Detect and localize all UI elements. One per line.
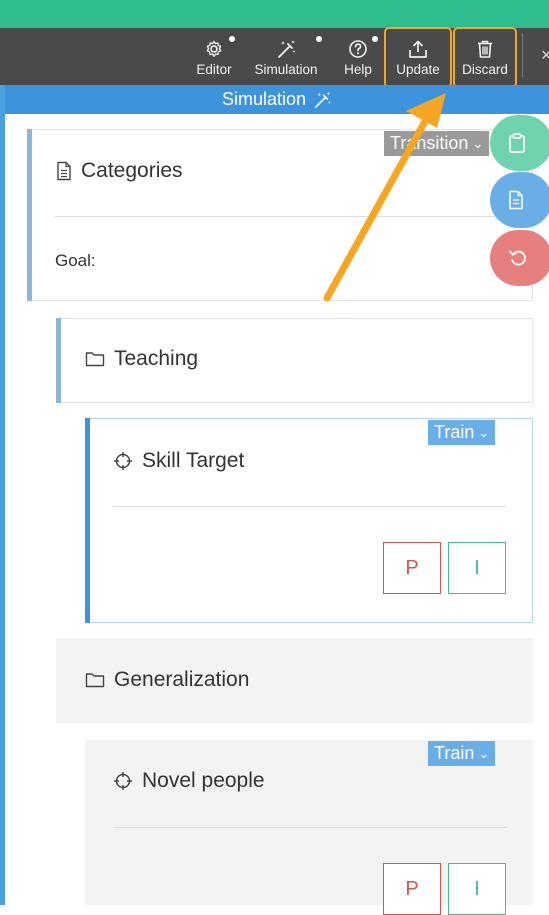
document-icon xyxy=(509,190,523,210)
goal-label: Goal: xyxy=(55,251,96,270)
document-icon xyxy=(57,161,71,181)
simulation-label: Simulation xyxy=(254,62,318,77)
categories-heading: Categories xyxy=(56,159,183,183)
magic-wand-icon xyxy=(278,40,296,58)
skill-target-heading: Skill Target xyxy=(113,449,244,473)
transition-label: Transition xyxy=(390,133,469,153)
update-highlight xyxy=(384,27,452,88)
train-label: Train xyxy=(434,422,475,442)
editor-indicator-dot xyxy=(229,36,235,42)
folder-icon xyxy=(85,352,105,367)
help-label: Help xyxy=(344,62,372,77)
chevron-down-icon: ⌄ xyxy=(478,424,490,440)
novel-people-title: Novel people xyxy=(142,769,265,792)
categories-title: Categories xyxy=(81,159,183,182)
prompt-button[interactable]: P xyxy=(383,542,441,594)
prompt-button[interactable]: P xyxy=(383,863,441,915)
folder-icon xyxy=(85,673,105,688)
chevron-down-icon: ⌄ xyxy=(472,135,484,151)
crosshair-icon xyxy=(114,772,132,790)
simulation-panel-title: Simulation xyxy=(221,89,307,109)
clipboard-icon xyxy=(509,133,525,153)
top-app-bar xyxy=(0,0,549,28)
close-icon[interactable]: × xyxy=(541,45,549,66)
simulation-panel-header: Simulation xyxy=(5,85,549,114)
undo-fab[interactable] xyxy=(490,230,549,286)
chevron-down-icon: ⌄ xyxy=(478,745,490,761)
clipboard-fab[interactable] xyxy=(490,115,549,171)
divider xyxy=(55,216,510,217)
novel-people-heading: Novel people xyxy=(113,769,265,793)
toolbar-divider xyxy=(522,33,523,77)
independent-button[interactable]: I xyxy=(448,863,506,915)
help-icon xyxy=(349,40,367,58)
card-accent-bar xyxy=(85,418,90,623)
undo-icon xyxy=(509,250,526,266)
train-label: Train xyxy=(434,743,475,763)
train-dropdown[interactable]: Train ⌄ xyxy=(428,741,496,766)
skill-target-title: Skill Target xyxy=(142,449,245,472)
generalization-heading: Generalization xyxy=(85,668,249,692)
card-accent-bar xyxy=(56,318,61,403)
crosshair-icon xyxy=(114,452,132,470)
discard-highlight xyxy=(453,27,517,88)
generalization-title: Generalization xyxy=(114,668,250,691)
editor-label: Editor xyxy=(196,62,232,77)
document-fab[interactable] xyxy=(490,172,549,228)
card-accent-bar xyxy=(27,129,32,301)
train-dropdown[interactable]: Train ⌄ xyxy=(428,420,496,445)
simulation-button[interactable]: Simulation xyxy=(248,28,324,85)
help-button[interactable]: Help xyxy=(339,28,377,85)
divider xyxy=(113,827,506,828)
divider xyxy=(113,506,506,507)
help-indicator-dot xyxy=(372,36,378,42)
simulation-indicator-dot xyxy=(316,36,322,42)
independent-button[interactable]: I xyxy=(448,542,506,594)
teaching-title: Teaching xyxy=(114,347,199,370)
magic-wand-icon xyxy=(314,91,331,108)
gear-icon xyxy=(206,40,222,57)
transition-dropdown[interactable]: Transition ⌄ xyxy=(384,131,490,156)
teaching-heading: Teaching xyxy=(85,347,198,371)
